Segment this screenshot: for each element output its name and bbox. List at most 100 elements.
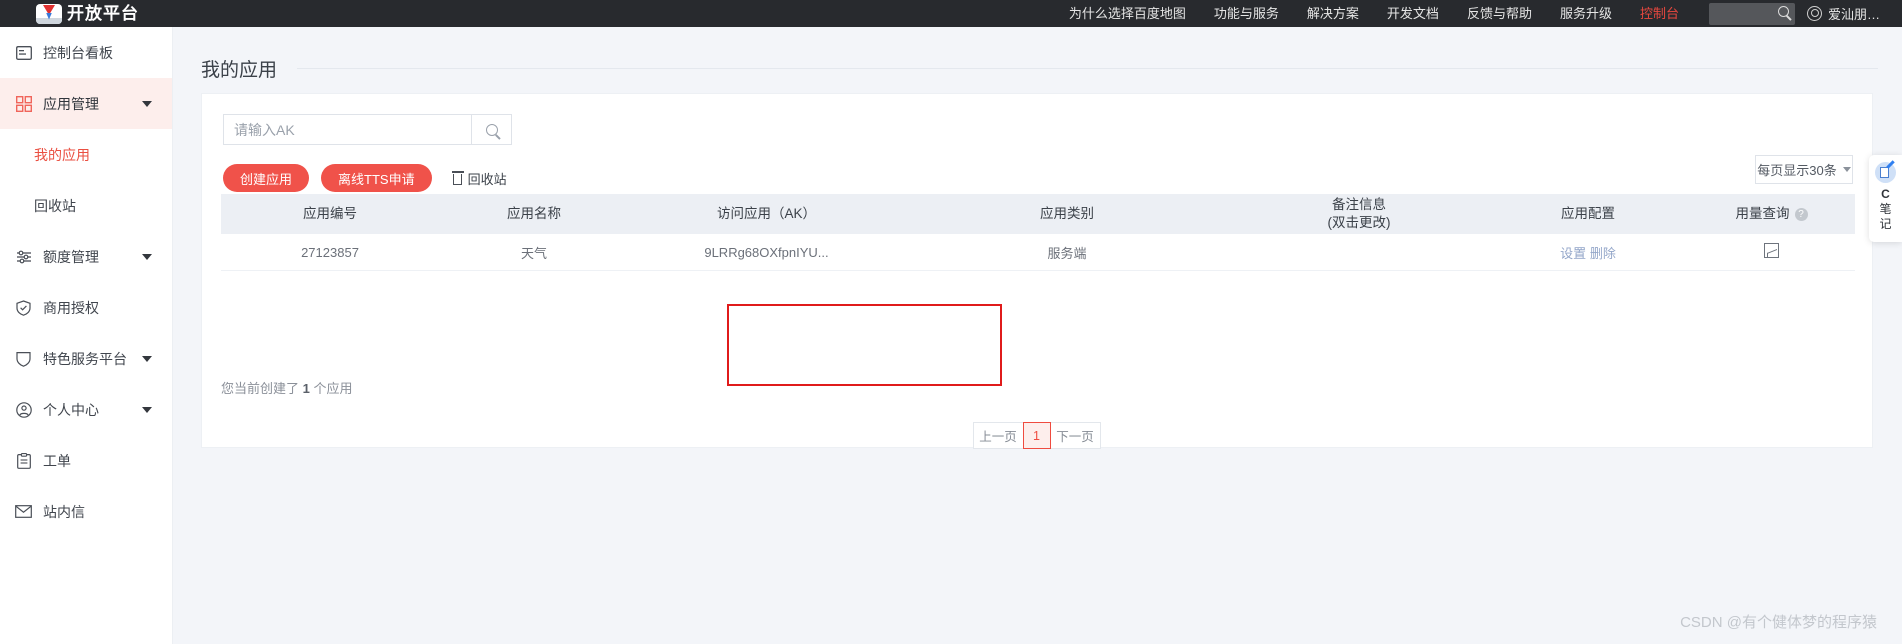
cell-ak: 9LRRg68OXfpnIYU... [704,244,829,260]
topnav-item-5[interactable]: 服务升级 [1560,0,1612,27]
trash-icon [451,171,464,185]
top-nav-items: 为什么选择百度地图 功能与服务 解决方案 开发文档 反馈与帮助 服务升级 控制台… [1055,0,1902,27]
topnav-item-3[interactable]: 开发文档 [1387,0,1439,27]
column-header-app-type: 应用类别 [1040,205,1094,221]
column-header-note-sub: (双击更改) [1327,215,1391,230]
shield-check-icon [15,299,32,316]
sliders-icon [15,248,32,265]
page-size-select[interactable]: 每页显示30条 [1755,155,1853,184]
apps-table: 应用编号 应用名称 访问应用（AK） 应用类别 备注信息 (双击更改) 应用配置… [221,194,1855,271]
search-row [202,94,1872,145]
apps-card: 创建应用 离线TTS申请 回收站 每页显示30条 应用编号 应用名称 访问应用（… [201,93,1873,449]
cell-app-name: 天气 [520,245,547,261]
sidebar-subitem-my-apps[interactable]: 我的应用 [0,129,172,180]
page-title-divider [297,68,1878,69]
chevron-down-icon-featured[interactable] [142,355,152,362]
table-row[interactable]: 27123857 天气 9LRRg68OXfpnIYU... 服务端 设置 删除 [221,234,1855,271]
notepad-pen-icon [1875,160,1896,183]
summary-suffix: 个应用 [309,381,353,396]
recycle-bin-link[interactable]: 回收站 [451,169,507,188]
sidebar-item-commercial-license[interactable]: 商用授权 [0,282,172,333]
sidebar-label-quota-management: 额度管理 [43,248,99,265]
sidebar-label-app-management: 应用管理 [43,95,99,112]
page-header: 我的应用 [174,27,1902,82]
chart-icon[interactable] [1764,243,1779,258]
sidebar-item-personal-center[interactable]: 个人中心 [0,384,172,435]
settings-link[interactable]: 设置 [1560,246,1586,261]
help-icon[interactable]: ? [1794,207,1808,221]
topnav-item-6[interactable]: 控制台 [1640,0,1679,27]
column-header-app-id: 应用编号 [303,205,357,221]
brand-logo[interactable]: 开放平台 [36,0,139,27]
page-title: 我的应用 [201,60,278,81]
page-size-label: 每页显示30条 [1757,163,1837,178]
create-app-button[interactable]: 创建应用 [223,164,310,192]
topnav-item-4[interactable]: 反馈与帮助 [1467,0,1532,27]
dashboard-icon [15,44,32,61]
sidebar-item-dashboard[interactable]: 控制台看板 [0,27,172,78]
shield-icon [15,350,32,367]
logo-text: 开放平台 [67,4,139,23]
topnav-item-1[interactable]: 功能与服务 [1214,0,1279,27]
summary-prefix: 您当前创建了 [221,381,303,396]
next-page-button[interactable]: 下一页 [1049,422,1101,449]
sidebar-item-work-order[interactable]: 工单 [0,435,172,486]
main-content: 我的应用 创建应用 离线TTS申请 回收站 每页显示30条 [174,27,1902,644]
clipboard-icon [15,452,32,469]
cell-usage [1688,243,1855,261]
notes-widget-line2: 记 [1879,217,1892,231]
prev-page-button[interactable]: 上一页 [972,422,1024,449]
sidebar-label-commercial-license: 商用授权 [43,299,99,316]
sidebar-item-app-management[interactable]: 应用管理 [0,78,172,129]
sidebar-sublabel-my-apps: 我的应用 [34,146,90,163]
chevron-down-icon [1842,167,1851,172]
toolbar: 创建应用 离线TTS申请 回收站 每页显示30条 [202,145,1872,192]
notes-widget-letter: C [1881,187,1890,201]
sidebar-subitem-recycle-bin[interactable]: 回收站 [0,180,172,231]
apps-grid-icon [15,95,32,112]
table-header-row: 应用编号 应用名称 访问应用（AK） 应用类别 备注信息 (双击更改) 应用配置… [221,194,1855,234]
top-navigation-bar: 开放平台 为什么选择百度地图 功能与服务 解决方案 开发文档 反馈与帮助 服务升… [0,0,1902,27]
mail-icon [15,503,32,520]
cell-app-config: 设置 删除 [1488,243,1688,262]
column-header-app-name: 应用名称 [507,205,561,221]
chevron-down-icon-personal[interactable] [142,406,152,413]
cell-app-type: 服务端 [1047,245,1087,261]
offline-tts-apply-button[interactable]: 离线TTS申请 [321,164,432,192]
user-menu[interactable]: 爱汕朋… [1806,4,1880,23]
column-header-usage-label: 用量查询 [1735,205,1790,221]
apps-summary: 您当前创建了 1 个应用 [221,378,352,397]
sidebar-label-inbox: 站内信 [43,503,85,520]
sidebar-label-work-order: 工单 [43,452,71,469]
search-icon [1777,5,1789,17]
page-number-1[interactable]: 1 [1022,422,1051,449]
sidebar-label-dashboard: 控制台看板 [43,44,113,61]
watermark: CSDN @有个健体梦的程序猿 [1680,614,1877,631]
sidebar-label-personal-center: 个人中心 [43,401,99,418]
sidebar-item-quota-management[interactable]: 额度管理 [0,231,172,282]
column-header-usage: 用量查询? [1688,205,1855,223]
topnav-item-2[interactable]: 解决方案 [1307,0,1359,27]
search-input[interactable] [223,114,471,145]
search-button[interactable] [471,114,512,145]
sidebar-item-inbox[interactable]: 站内信 [0,486,172,537]
column-header-app-config: 应用配置 [1561,205,1615,221]
chevron-down-icon-app-management[interactable] [142,100,152,107]
avatar-icon [1806,6,1822,21]
top-search-box[interactable] [1708,2,1795,25]
user-name: 爱汕朋… [1827,7,1880,22]
delete-link[interactable]: 删除 [1590,246,1616,261]
summary-count: 1 [302,381,310,396]
baidu-map-logo-icon [36,3,62,24]
notes-widget-line1: 笔 [1879,202,1892,216]
topnav-item-0[interactable]: 为什么选择百度地图 [1069,0,1186,27]
cell-app-id: 27123857 [301,244,359,260]
app-root: 开放平台 为什么选择百度地图 功能与服务 解决方案 开发文档 反馈与帮助 服务升… [0,0,1902,644]
chevron-down-icon-quota[interactable] [142,253,152,260]
sidebar-item-featured-platform[interactable]: 特色服务平台 [0,333,172,384]
sidebar-sublabel-recycle-bin: 回收站 [34,197,76,214]
recycle-bin-label: 回收站 [467,171,507,187]
ak-column-highlight-annotation [727,304,1002,386]
csdn-notes-widget[interactable]: C 笔 记 [1869,155,1902,242]
column-header-ak: 访问应用（AK） [716,205,816,221]
